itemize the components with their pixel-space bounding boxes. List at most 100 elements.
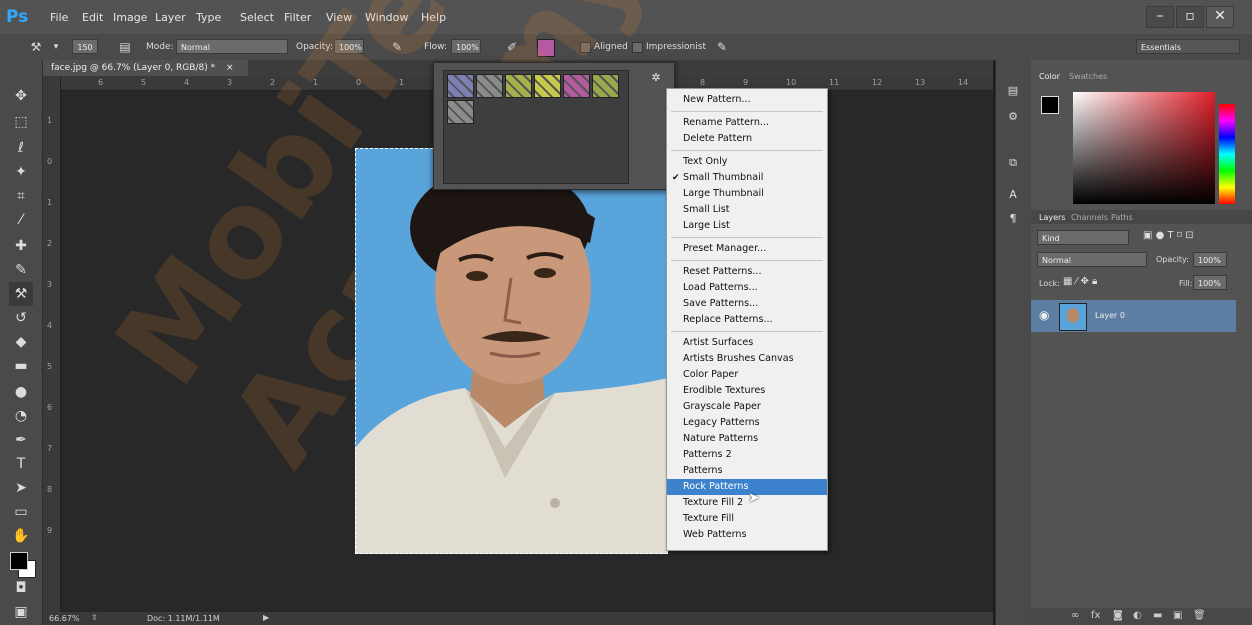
menu-item-rock-patterns[interactable]: Rock Patterns xyxy=(667,479,827,495)
tab-paths[interactable]: Paths xyxy=(1111,213,1133,222)
pattern-settings-gear-icon[interactable]: ✲ xyxy=(645,71,667,85)
eyedropper-tool-icon[interactable]: ⁄ xyxy=(9,208,33,232)
hand-tool-icon[interactable]: ✋ xyxy=(9,524,33,548)
menu-item-rename-pattern[interactable]: Rename Pattern... xyxy=(667,115,827,131)
properties-panel-icon[interactable]: ⚙ xyxy=(1003,108,1023,126)
dodge-tool-icon[interactable]: ◔ xyxy=(9,404,33,428)
foreground-background-colors[interactable] xyxy=(10,552,36,578)
new-layer-icon[interactable]: ▣ xyxy=(1173,610,1182,621)
new-group-icon[interactable]: ▬ xyxy=(1153,610,1162,621)
menu-item-artists-brushes-canvas[interactable]: Artists Brushes Canvas xyxy=(667,351,827,367)
menu-edit[interactable]: Edit xyxy=(82,11,103,24)
layer-filter-kind-dropdown[interactable]: Kind xyxy=(1037,230,1129,245)
pattern-swatch[interactable] xyxy=(447,74,474,98)
close-button[interactable]: ✕ xyxy=(1206,6,1234,28)
document-tab[interactable]: face.jpg @ 66.7% (Layer 0, RGB/8) * × xyxy=(43,60,248,76)
menu-item-preset-manager[interactable]: Preset Manager... xyxy=(667,241,827,257)
menu-item-patterns-2[interactable]: Patterns 2 xyxy=(667,447,827,463)
menu-layer[interactable]: Layer xyxy=(155,11,186,24)
layer-opacity-input[interactable]: 100% xyxy=(1193,252,1227,267)
menu-item-text-only[interactable]: Text Only xyxy=(667,154,827,170)
menu-item-texture-fill[interactable]: Texture Fill xyxy=(667,511,827,527)
chevron-down-icon[interactable]: ▾ xyxy=(48,39,64,55)
menu-item-erodible-textures[interactable]: Erodible Textures xyxy=(667,383,827,399)
adjustment-layer-icon[interactable]: ◐ xyxy=(1133,610,1142,621)
tab-color[interactable]: Color xyxy=(1039,72,1060,81)
lasso-tool-icon[interactable]: ℓ xyxy=(9,136,33,160)
minimize-button[interactable]: – xyxy=(1146,6,1174,28)
menu-item-save-patterns[interactable]: Save Patterns... xyxy=(667,296,827,312)
menu-item-load-patterns[interactable]: Load Patterns... xyxy=(667,280,827,296)
history-panel-icon[interactable]: ▤ xyxy=(1003,82,1023,100)
link-layers-icon[interactable]: ∞ xyxy=(1071,610,1079,621)
export-icon[interactable]: ⇪ xyxy=(91,613,98,622)
lock-icons[interactable]: ▦ ⁄ ✥ 🔒︎ xyxy=(1063,276,1097,287)
pattern-swatch[interactable] xyxy=(563,74,590,98)
menu-item-small-list[interactable]: Small List xyxy=(667,202,827,218)
color-panel-foreground-swatch[interactable] xyxy=(1041,96,1059,114)
foreground-color-swatch[interactable] xyxy=(10,552,28,570)
move-tool-icon[interactable]: ✥ xyxy=(9,84,33,108)
menu-item-nature-patterns[interactable]: Nature Patterns xyxy=(667,431,827,447)
menu-item-grayscale-paper[interactable]: Grayscale Paper xyxy=(667,399,827,415)
clone-stamp-tool-icon[interactable]: ⚒ xyxy=(28,39,44,55)
type-tool-icon[interactable]: T xyxy=(9,452,33,476)
color-field[interactable] xyxy=(1073,92,1215,204)
gradient-tool-icon[interactable]: ▬ xyxy=(9,354,33,378)
rectangle-tool-icon[interactable]: ▭ xyxy=(9,500,33,524)
screen-mode-icon[interactable]: ▣ xyxy=(9,600,33,624)
marquee-tool-icon[interactable]: ⬚ xyxy=(9,110,33,134)
layer-name[interactable]: Layer 0 xyxy=(1095,311,1125,320)
tab-layers[interactable]: Layers xyxy=(1039,213,1065,222)
brush-panel-icon[interactable]: ▤ xyxy=(117,39,133,55)
status-zoom[interactable]: 66.67% xyxy=(49,614,80,623)
menu-item-texture-fill-2[interactable]: Texture Fill 2 xyxy=(667,495,827,511)
menu-item-large-list[interactable]: Large List xyxy=(667,218,827,234)
pattern-swatch[interactable] xyxy=(505,74,532,98)
restore-button[interactable]: ▫ xyxy=(1176,6,1204,28)
pen-tool-icon[interactable]: ✒ xyxy=(9,428,33,452)
add-mask-icon[interactable]: ◙ xyxy=(1113,610,1123,621)
menu-item-small-thumbnail[interactable]: ✔ Small Thumbnail xyxy=(667,170,827,186)
visibility-eye-icon[interactable]: ◉ xyxy=(1039,308,1049,322)
magic-wand-tool-icon[interactable]: ✦ xyxy=(9,160,33,184)
menu-item-large-thumbnail[interactable]: Large Thumbnail xyxy=(667,186,827,202)
brush-size-picker[interactable]: 150 xyxy=(72,39,98,54)
path-selection-tool-icon[interactable]: ➤ xyxy=(9,476,33,500)
layer-row[interactable]: ◉ Layer 0 xyxy=(1031,300,1236,332)
layer-filter-icons[interactable]: ▣ ● T ⌑ ⊡ xyxy=(1143,230,1194,241)
quick-mask-icon[interactable]: ◘ xyxy=(9,576,33,600)
fill-input[interactable]: 100% xyxy=(1193,275,1227,290)
menu-select[interactable]: Select xyxy=(240,11,274,24)
character-panel-icon[interactable]: A xyxy=(1003,186,1023,204)
workspace-dropdown[interactable]: Essentials xyxy=(1136,39,1240,54)
menu-item-reset-patterns[interactable]: Reset Patterns... xyxy=(667,264,827,280)
menu-item-artist-surfaces[interactable]: Artist Surfaces xyxy=(667,335,827,351)
delete-layer-icon[interactable]: 🗑︎ xyxy=(1193,610,1206,621)
healing-brush-tool-icon[interactable]: ✚ xyxy=(9,234,33,258)
history-brush-tool-icon[interactable]: ↺ xyxy=(9,306,33,330)
blur-tool-icon[interactable]: ● xyxy=(9,380,33,404)
clone-stamp-tool-icon[interactable]: ⚒ xyxy=(9,282,33,306)
eraser-tool-icon[interactable]: ◆ xyxy=(9,330,33,354)
menu-type[interactable]: Type xyxy=(196,11,221,24)
blend-mode-dropdown[interactable]: Normal xyxy=(1037,252,1147,267)
menu-item-delete-pattern[interactable]: Delete Pattern xyxy=(667,131,827,147)
mode-dropdown[interactable]: Normal xyxy=(176,39,288,54)
menu-item-new-pattern[interactable]: New Pattern... xyxy=(667,92,827,108)
document-image[interactable] xyxy=(355,148,668,554)
pattern-swatch[interactable] xyxy=(447,100,474,124)
menu-item-patterns[interactable]: Patterns xyxy=(667,463,827,479)
impressionist-checkbox[interactable] xyxy=(632,42,643,53)
pressure-size-icon[interactable]: ✎ xyxy=(714,39,730,55)
tab-swatches[interactable]: Swatches xyxy=(1069,72,1107,81)
layer-style-fx-icon[interactable]: fx xyxy=(1091,610,1100,621)
crop-tool-icon[interactable]: ⌗ xyxy=(9,184,33,208)
tab-channels[interactable]: Channels xyxy=(1071,213,1108,222)
menu-file[interactable]: File xyxy=(50,11,68,24)
paragraph-panel-icon[interactable]: ¶ xyxy=(1003,210,1023,228)
brush-tool-icon[interactable]: ✎ xyxy=(9,258,33,282)
menu-item-replace-patterns[interactable]: Replace Patterns... xyxy=(667,312,827,328)
menu-image[interactable]: Image xyxy=(113,11,147,24)
status-menu-arrow-icon[interactable]: ▶ xyxy=(263,613,269,622)
